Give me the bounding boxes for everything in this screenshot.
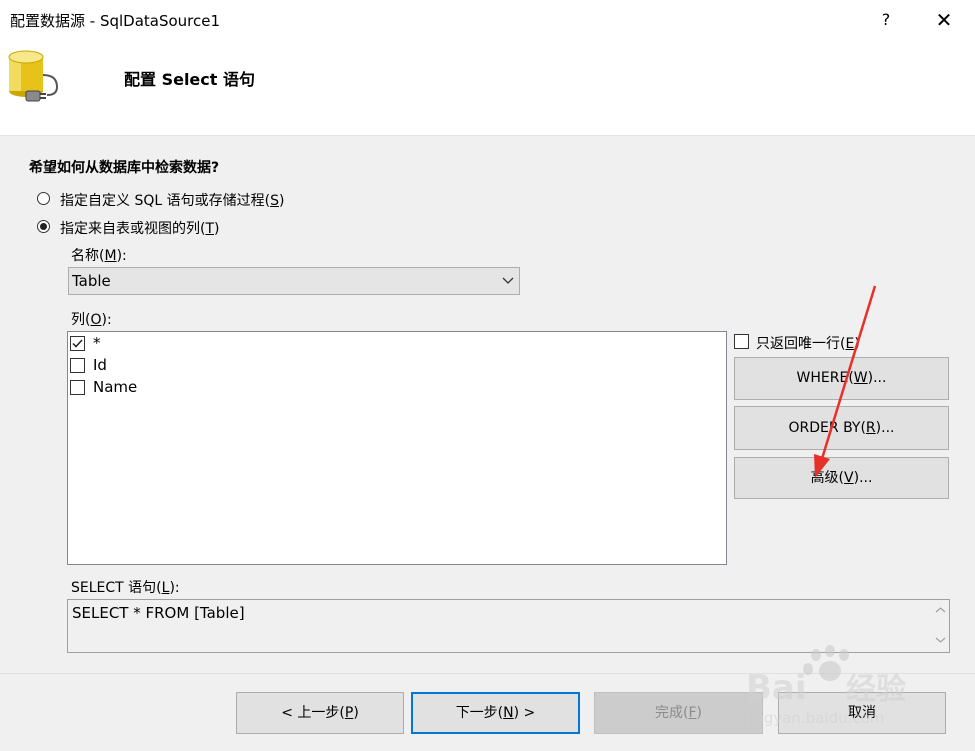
column-label: Name [93, 378, 138, 396]
previous-button[interactable]: < 上一步(P) [236, 692, 404, 734]
table-name-value: Table [72, 272, 111, 290]
custom-sql-radio[interactable] [37, 192, 50, 205]
annotation-arrow-icon [814, 285, 877, 478]
checkbox[interactable] [70, 358, 85, 373]
columns-label: 列(O): [71, 312, 112, 328]
table-columns-label: 指定来自表或视图的列(T) [60, 221, 220, 237]
custom-sql-option[interactable]: 指定自定义 SQL 语句或存储过程(S) [37, 190, 307, 209]
title-bar: 配置数据源 - SqlDataSource1 ? ✕ [0, 0, 975, 40]
window-title: 配置数据源 - SqlDataSource1 [10, 12, 221, 30]
column-label: Id [93, 356, 107, 374]
unique-rows-checkbox[interactable] [734, 334, 749, 349]
select-statement-label: SELECT 语句(L): [71, 580, 180, 596]
list-item[interactable]: * [70, 334, 190, 354]
checkmark-icon [72, 339, 83, 348]
help-button[interactable]: ? [874, 8, 898, 32]
retrieval-question: 希望如何从数据库中检索数据? [29, 160, 220, 176]
select-statement-text: SELECT * FROM [Table] [72, 604, 245, 622]
scroll-up-icon[interactable] [935, 606, 946, 614]
list-item[interactable]: Name [70, 378, 190, 398]
checkbox[interactable] [70, 380, 85, 395]
wizard-header: 配置 Select 语句 [0, 40, 975, 136]
watermark: Bai 经验 jingyan.baidu.com [745, 645, 946, 731]
checkbox[interactable] [70, 336, 85, 351]
custom-sql-label: 指定自定义 SQL 语句或存储过程(S) [60, 193, 285, 209]
baidu-paw-logo-icon: Bai 经验 jingyan.baidu.com [745, 645, 906, 727]
table-columns-option[interactable]: 指定来自表或视图的列(T) [37, 218, 237, 237]
svg-text:Bai: Bai [746, 668, 807, 708]
finish-button[interactable]: 完成(F) [594, 692, 763, 734]
database-icon [8, 50, 59, 102]
table-name-select[interactable]: Table [68, 267, 520, 295]
svg-text:jingyan.baidu.com: jingyan.baidu.com [746, 709, 884, 727]
close-button[interactable]: ✕ [930, 6, 958, 34]
list-item[interactable]: Id [70, 356, 190, 376]
columns-list[interactable]: * Id Name [67, 331, 727, 565]
chevron-down-icon [502, 277, 514, 284]
svg-text:经验: 经验 [846, 672, 906, 707]
next-button[interactable]: 下一步(N) > [411, 692, 580, 734]
page-title: 配置 Select 语句 [124, 70, 255, 89]
column-label: * [93, 334, 101, 352]
scroll-down-icon[interactable] [935, 636, 946, 644]
name-label: 名称(M): [71, 248, 127, 264]
table-columns-radio[interactable] [37, 220, 50, 233]
